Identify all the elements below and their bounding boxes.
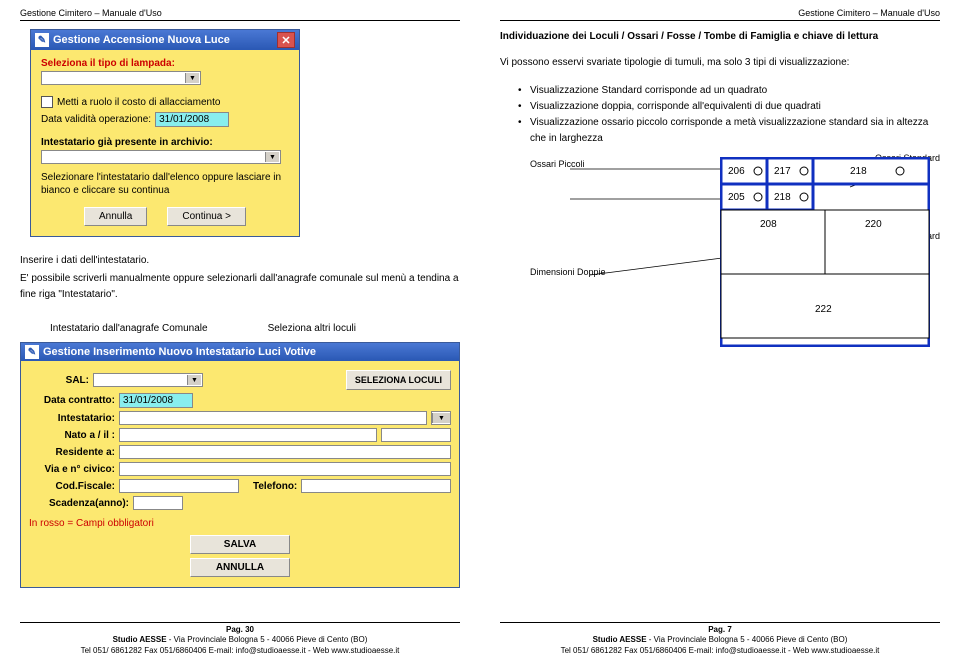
field-telefono[interactable]	[301, 479, 451, 493]
cell-222: 222	[815, 304, 832, 315]
page-right: Gestione Cimitero – Manuale d'Uso Indivi…	[480, 0, 960, 662]
titlebar-nuova-luce: ✎ Gestione Accensione Nuova Luce ✕	[31, 30, 299, 50]
page-num-right: Pag. 7	[500, 625, 940, 635]
cell-218b: 218	[774, 192, 791, 203]
field-intestatario[interactable]	[119, 411, 427, 425]
note-intestatario: Selezionare l'intestatario dall'elenco o…	[41, 171, 289, 197]
field-nato-a[interactable]	[119, 428, 377, 442]
label-intestatario-archivio: Intestatario già presente in archivio:	[41, 137, 289, 148]
caption-anagrafe: Intestatario dall'anagrafe Comunale	[50, 323, 208, 334]
checkbox-ruolo[interactable]: Metti a ruolo il costo di allacciamento	[41, 96, 289, 108]
page-left: Gestione Cimitero – Manuale d'Uso ✎ Gest…	[0, 0, 480, 662]
footer-studio-r: Studio AESSE	[593, 635, 647, 644]
label-seleziona-lampada: Seleziona il tipo di lampada:	[41, 58, 289, 69]
text-tipologie: Vi possono esservi svariate tipologie di…	[500, 55, 940, 71]
field-via[interactable]	[119, 462, 451, 476]
diagram-grid: 206 217 218 205 218 208 220 222	[720, 157, 930, 347]
window-nuova-luce: ✎ Gestione Accensione Nuova Luce ✕ Selez…	[30, 29, 300, 237]
label-scadenza: Scadenza(anno):	[29, 498, 129, 509]
bullet-ossario: Visualizzazione ossario piccolo corrispo…	[530, 115, 940, 147]
cell-206: 206	[728, 166, 745, 177]
close-icon[interactable]: ✕	[277, 32, 295, 48]
titlebar-nuovo-intestatario: ✎ Gestione Inserimento Nuovo Intestatari…	[21, 343, 459, 361]
bullet-doppia: Visualizzazione doppia, corrisponde all'…	[530, 99, 940, 115]
footer-left: Pag. 30 Studio AESSE - Via Provinciale B…	[20, 622, 460, 656]
chevron-down-icon: ▼	[187, 375, 201, 385]
diagram: Ossari Piccoli Ossari Standard Dimension…	[500, 157, 940, 357]
select-intestatario2[interactable]: ▼	[431, 411, 451, 425]
title-nuova-luce: Gestione Accensione Nuova Luce	[53, 34, 230, 46]
title-nuovo-intestatario: Gestione Inserimento Nuovo Intestatario …	[43, 346, 316, 358]
annulla-button[interactable]: ANNULLA	[190, 558, 290, 577]
app-icon: ✎	[25, 345, 39, 359]
footer-right: Pag. 7 Studio AESSE - Via Provinciale Bo…	[500, 622, 940, 656]
cancel-button[interactable]: Annulla	[84, 207, 147, 226]
winbody-nuovo-intestatario: SAL: ▼ SELEZIONA LOCULI Data contratto: …	[21, 361, 459, 587]
page-num-left: Pag. 30	[20, 625, 460, 635]
select-intestatario[interactable]: ▼	[41, 150, 281, 164]
chevron-down-icon: ▼	[265, 152, 279, 162]
checkbox-box	[41, 96, 53, 108]
label-data-validita: Data validità operazione:	[41, 114, 151, 125]
field-residente[interactable]	[119, 445, 451, 459]
cell-217: 217	[774, 166, 791, 177]
cell-220: 220	[865, 219, 882, 230]
label-sal: SAL:	[29, 375, 89, 386]
label-ossari-piccoli: Ossari Piccoli	[530, 159, 585, 170]
label-residente: Residente a:	[29, 447, 115, 458]
label-intestatario: Intestatario:	[29, 413, 115, 424]
field-data-contratto[interactable]: 31/01/2008	[119, 393, 193, 408]
bullet-standard: Visualizzazione Standard corrisponde ad …	[530, 83, 940, 99]
save-button[interactable]: SALVA	[190, 535, 290, 554]
note-rosso: In rosso = Campi obbligatori	[29, 518, 451, 529]
text-inserire: Inserire i dati dell'intestatario.	[20, 253, 460, 269]
label-nato: Nato a / il :	[29, 430, 115, 441]
continue-button[interactable]: Continua >	[167, 207, 246, 226]
winbody-nuova-luce: Seleziona il tipo di lampada: ▼ Metti a …	[31, 50, 299, 236]
app-icon: ✎	[35, 33, 49, 47]
header-left: Gestione Cimitero – Manuale d'Uso	[20, 8, 460, 21]
header-right: Gestione Cimitero – Manuale d'Uso	[500, 8, 940, 21]
label-telefono: Telefono:	[253, 481, 297, 492]
field-cf[interactable]	[119, 479, 239, 493]
label-cf: Cod.Fiscale:	[29, 481, 115, 492]
field-scadenza[interactable]	[133, 496, 183, 510]
text-possibile: E' possibile scriverli manualmente oppur…	[20, 271, 460, 303]
cell-208: 208	[760, 219, 777, 230]
footer-addr: - Via Provinciale Bologna 5 - 40066 Piev…	[167, 635, 368, 644]
field-nato-il[interactable]	[381, 428, 451, 442]
cell-205: 205	[728, 192, 745, 203]
label-data-contratto: Data contratto:	[29, 395, 115, 406]
footer-contacts-r: Tel 051/ 6861282 Fax 051/6860406 E-mail:…	[500, 646, 940, 656]
chevron-down-icon: ▼	[432, 413, 450, 423]
window-nuovo-intestatario: ✎ Gestione Inserimento Nuovo Intestatari…	[20, 342, 460, 588]
caption-seleziona-loculi: Seleziona altri loculi	[268, 323, 356, 334]
chevron-down-icon: ▼	[185, 73, 199, 83]
field-data-validita[interactable]: 31/01/2008	[155, 112, 229, 127]
cell-218: 218	[850, 166, 867, 177]
footer-addr-r: - Via Provinciale Bologna 5 - 40066 Piev…	[647, 635, 848, 644]
heading-individuazione: Individuazione dei Loculi / Ossari / Fos…	[500, 29, 940, 45]
checkbox-label: Metti a ruolo il costo di allacciamento	[57, 97, 220, 108]
label-dimensioni-doppie: Dimensioni Doppie	[530, 267, 606, 278]
footer-contacts: Tel 051/ 6861282 Fax 051/6860406 E-mail:…	[20, 646, 460, 656]
select-lampada[interactable]: ▼	[41, 71, 201, 85]
label-via: Via e n° civico:	[29, 464, 115, 475]
select-sal[interactable]: ▼	[93, 373, 203, 387]
seleziona-loculi-button[interactable]: SELEZIONA LOCULI	[346, 370, 451, 390]
footer-studio: Studio AESSE	[113, 635, 167, 644]
